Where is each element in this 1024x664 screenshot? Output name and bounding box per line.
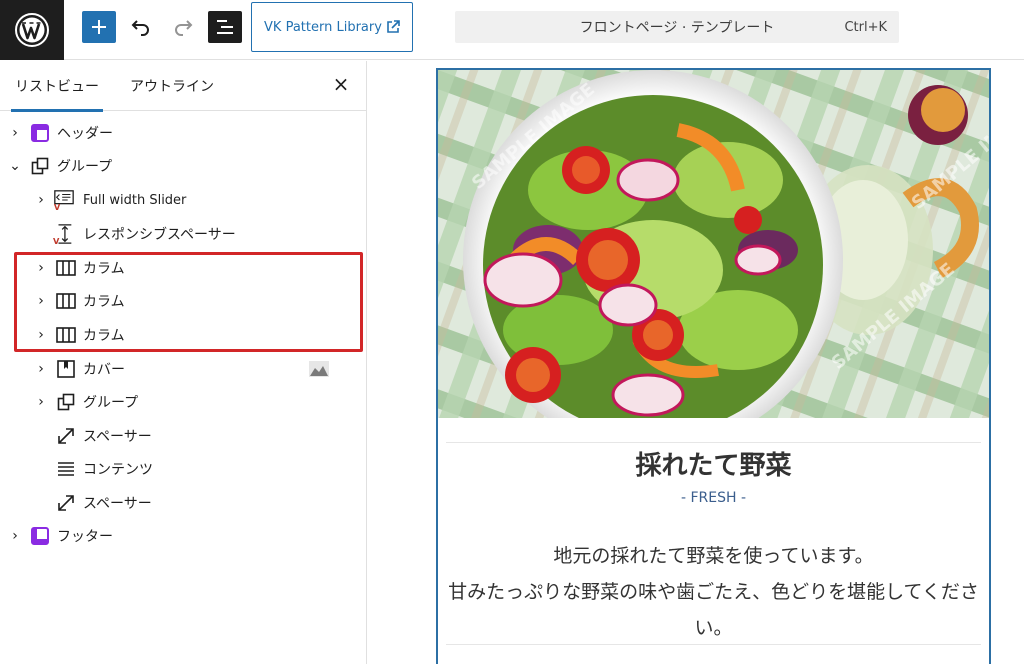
- command-shortcut: Ctrl+K: [844, 19, 887, 35]
- spacer-vertical-icon: V: [53, 223, 75, 246]
- content-body: 地元の採れたて野菜を使っています。 甘みたっぷりな野菜の味や歯ごたえ、色どりを堪…: [438, 538, 989, 646]
- chevron-down-icon[interactable]: ⌄: [9, 158, 21, 174]
- list-view-toggle[interactable]: [208, 11, 242, 43]
- undo-icon: [131, 20, 149, 36]
- tree-item-group[interactable]: › グループ: [0, 387, 366, 417]
- template-part-icon: [29, 525, 51, 547]
- tree-item-label: コンテンツ: [83, 462, 153, 478]
- columns-icon: [55, 290, 77, 312]
- tab-list-view[interactable]: リストビュー: [11, 61, 103, 112]
- tree-item-label: スペーサー: [83, 429, 152, 445]
- tree-item-label: グループ: [83, 395, 139, 411]
- wordpress-logo[interactable]: [0, 0, 64, 60]
- chevron-right-icon[interactable]: ›: [9, 125, 21, 141]
- group-icon: [29, 155, 51, 177]
- tree-item-columns[interactable]: › カラム: [0, 286, 366, 316]
- tree-item-label: カラム: [83, 294, 125, 310]
- tree-item-columns[interactable]: › カラム: [0, 320, 366, 350]
- external-link-icon: [387, 20, 400, 33]
- columns-icon: [55, 324, 77, 346]
- cover-icon: [55, 358, 77, 380]
- command-palette-bar[interactable]: フロントページ · テンプレート Ctrl+K: [455, 11, 899, 43]
- list-view-icon: [217, 20, 233, 34]
- tree-item-label: ヘッダー: [57, 126, 113, 142]
- body-line: い。: [694, 617, 733, 639]
- tree-item-label: スペーサー: [83, 496, 152, 512]
- tree-item-slider[interactable]: › V Full width Slider: [0, 185, 366, 215]
- tree-item-label: フッター: [57, 529, 113, 545]
- chevron-right-icon[interactable]: ›: [35, 293, 47, 309]
- chevron-right-icon[interactable]: ›: [9, 528, 21, 544]
- tree-item-columns[interactable]: › カラム: [0, 253, 366, 283]
- tree-item-group[interactable]: ⌄ グループ: [0, 151, 366, 181]
- tree-item-footer[interactable]: › フッター: [0, 521, 366, 551]
- tree-item-content[interactable]: コンテンツ: [0, 454, 366, 484]
- salad-photo: SAMPLE IMAGE SAMPLE IMAGE SAMPLE IMAGE: [438, 70, 989, 418]
- chevron-right-icon[interactable]: ›: [35, 394, 47, 410]
- document-title: フロントページ · テンプレート: [579, 20, 775, 36]
- svg-text:V: V: [53, 236, 60, 246]
- content-block[interactable]: SAMPLE IMAGE SAMPLE IMAGE SAMPLE IMAGE 採…: [436, 68, 991, 664]
- sidebar-tabs: リストビュー アウトライン ×: [0, 61, 366, 112]
- divider: [446, 644, 981, 645]
- content-heading: 採れたて野菜: [635, 451, 792, 481]
- body-line: 甘みたっぷりな野菜の味や歯ごたえ、色どりを堪能してくださ: [448, 581, 979, 603]
- plus-icon: [92, 20, 106, 34]
- list-view-sidebar: リストビュー アウトライン × › ヘッダー ⌄ グループ › V Full w…: [0, 61, 367, 664]
- chevron-right-icon[interactable]: ›: [35, 361, 47, 377]
- body-line: 地元の採れたて野菜を使っています。: [553, 545, 874, 567]
- tree-item-label: グループ: [57, 159, 113, 175]
- chevron-right-icon[interactable]: ›: [35, 192, 47, 208]
- tab-outline-label: アウトライン: [130, 79, 214, 95]
- tree-item-spacer[interactable]: スペーサー: [0, 488, 366, 518]
- close-sidebar-button[interactable]: ×: [330, 73, 352, 95]
- tree-item-label: レスポンシブスペーサー: [83, 227, 236, 243]
- group-icon: [55, 391, 77, 413]
- slider-icon: V: [53, 189, 75, 212]
- tab-list-view-label: リストビュー: [15, 79, 99, 95]
- content-subheading: - FRESH -: [680, 490, 747, 506]
- content-icon: [55, 458, 77, 480]
- chevron-right-icon[interactable]: ›: [35, 260, 47, 276]
- vk-pattern-library-label: VK Pattern Library: [264, 19, 382, 35]
- svg-text:V: V: [54, 202, 61, 212]
- redo-icon: [175, 20, 193, 36]
- tree-item-cover[interactable]: › カバー: [0, 354, 366, 384]
- add-block-button[interactable]: [82, 11, 116, 43]
- divider: [446, 442, 981, 443]
- tree-item-responsive-spacer[interactable]: V レスポンシブスペーサー: [0, 219, 366, 249]
- chevron-right-icon[interactable]: ›: [35, 327, 47, 343]
- spacer-icon: [55, 492, 77, 514]
- wordpress-icon: [15, 13, 49, 47]
- tree-item-label: カラム: [83, 328, 125, 344]
- columns-icon: [55, 257, 77, 279]
- editor-toolbar: VK Pattern Library フロントページ · テンプレート Ctrl…: [0, 0, 1024, 60]
- redo-button[interactable]: [166, 11, 200, 43]
- template-part-icon: [29, 122, 51, 144]
- vk-pattern-library-button[interactable]: VK Pattern Library: [251, 2, 413, 52]
- image-thumbnail-icon: [308, 358, 330, 380]
- tree-item-label: カラム: [83, 261, 125, 277]
- tree-item-spacer[interactable]: スペーサー: [0, 421, 366, 451]
- undo-button[interactable]: [124, 11, 158, 43]
- spacer-icon: [55, 425, 77, 447]
- tab-outline[interactable]: アウトライン: [130, 61, 214, 111]
- tree-item-header[interactable]: › ヘッダー: [0, 118, 366, 148]
- tree-item-label: Full width Slider: [83, 192, 187, 208]
- close-icon: ×: [332, 72, 350, 96]
- tree-item-label: カバー: [83, 362, 125, 378]
